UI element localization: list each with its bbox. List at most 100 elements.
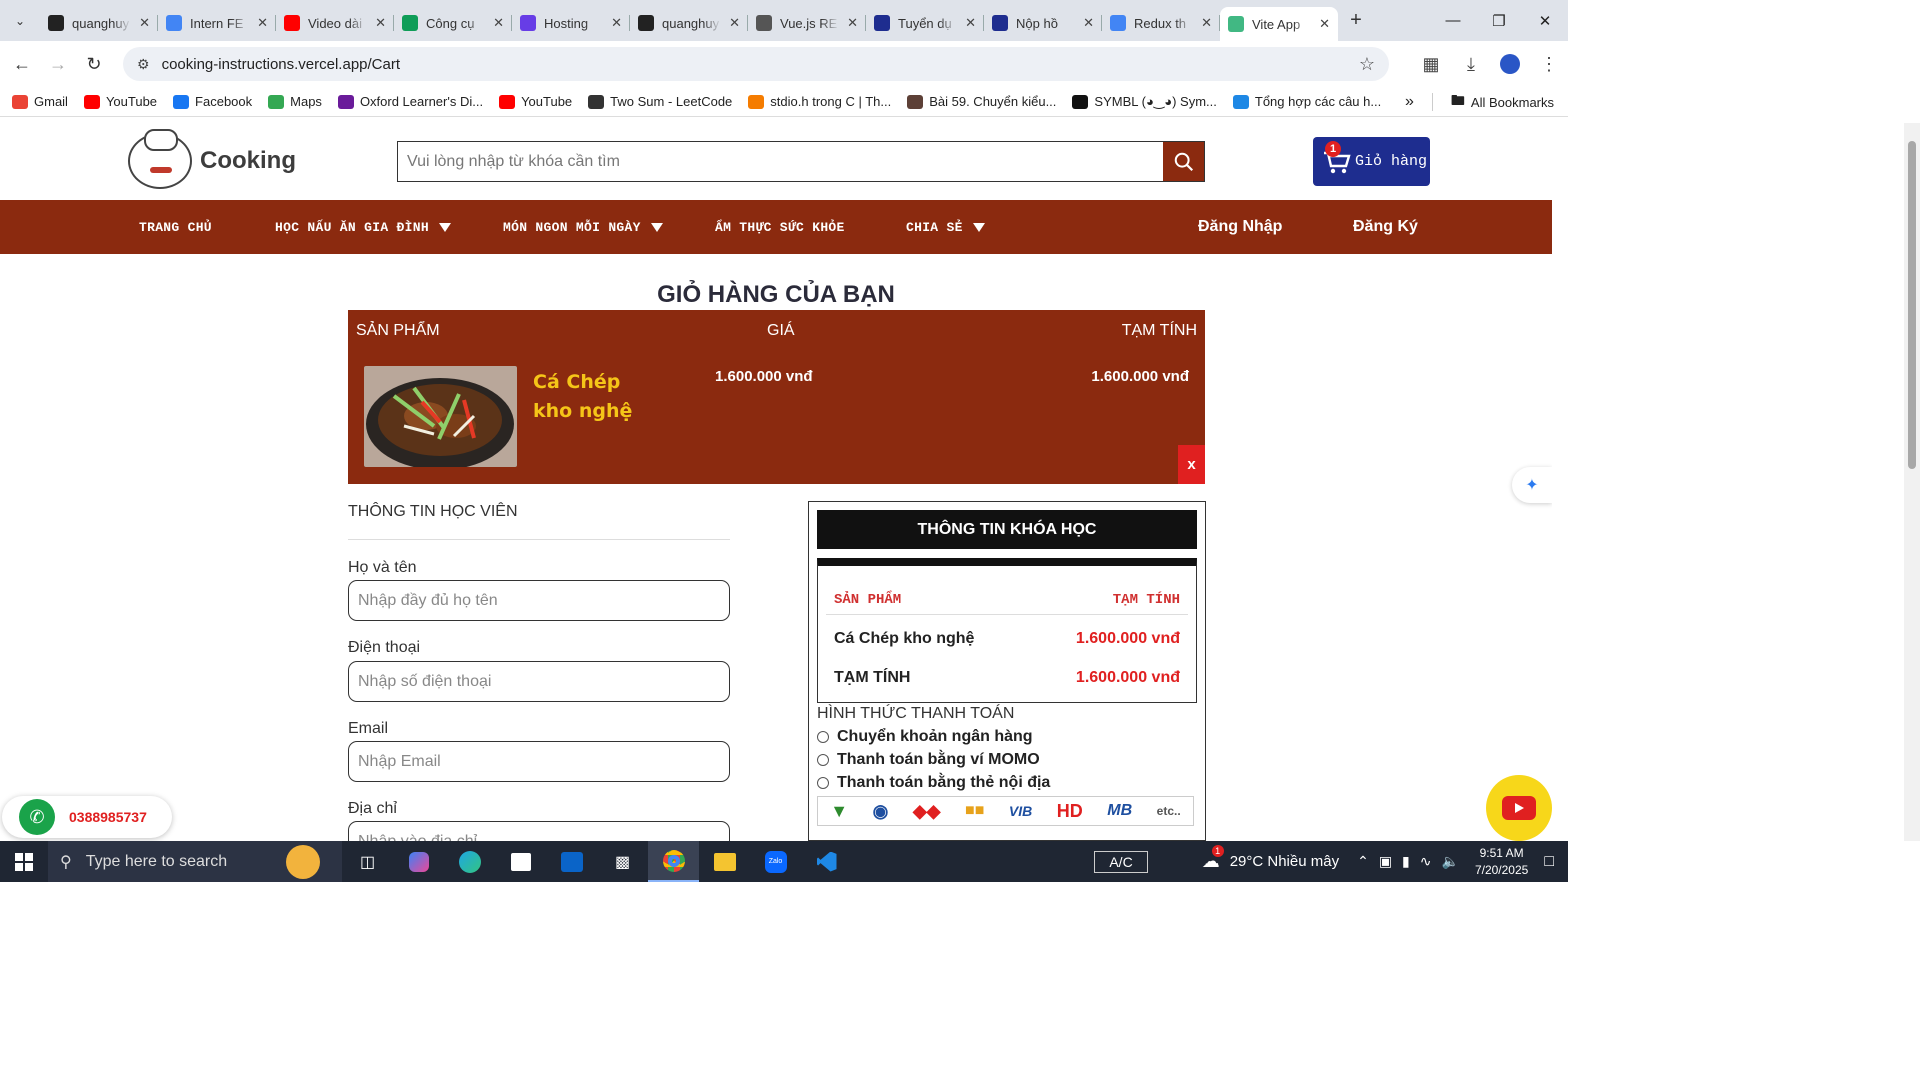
menu-kebab-icon[interactable]: ⋮: [1538, 54, 1560, 75]
payment-option-domestic-card[interactable]: Thanh toán bằng thẻ nội địa: [817, 774, 1050, 792]
close-tab-icon[interactable]: ✕: [611, 15, 622, 31]
volume-icon[interactable]: 🔈: [1442, 853, 1459, 870]
url-text[interactable]: cooking-instructions.vercel.app/Cart: [162, 56, 400, 73]
product-image[interactable]: [364, 366, 517, 467]
chrome-icon[interactable]: [648, 841, 699, 882]
bookmark-item[interactable]: Facebook: [173, 94, 252, 110]
app-icon[interactable]: ▩: [597, 841, 648, 882]
close-tab-icon[interactable]: ✕: [375, 15, 386, 31]
store-icon[interactable]: [495, 841, 546, 882]
close-tab-icon[interactable]: ✕: [1319, 16, 1330, 32]
close-tab-icon[interactable]: ✕: [1083, 15, 1094, 31]
close-tab-icon[interactable]: ✕: [257, 15, 268, 31]
bookmark-item[interactable]: Tổng hợp các câu h...: [1232, 94, 1381, 110]
browser-tab[interactable]: Tuyển dụ ✕: [866, 7, 984, 39]
back-icon[interactable]: ←: [4, 54, 40, 75]
close-tab-icon[interactable]: ✕: [729, 15, 740, 31]
nav-home-cooking[interactable]: HỌC NẤU ĂN GIA ĐÌNH: [275, 220, 451, 235]
bookmark-item[interactable]: Oxford Learner's Di...: [337, 94, 483, 110]
browser-tab[interactable]: quanghuy ✕: [630, 7, 748, 39]
reload-icon[interactable]: ↻: [76, 54, 112, 75]
close-tab-icon[interactable]: ✕: [965, 15, 976, 31]
cart-button[interactable]: 1 Giỏ hàng: [1313, 137, 1430, 186]
sparkle-assistant-icon[interactable]: ✦: [1512, 467, 1552, 503]
ac-indicator[interactable]: A/C: [1094, 850, 1148, 873]
file-explorer-icon[interactable]: [699, 841, 750, 882]
bookmark-item[interactable]: Maps: [268, 94, 322, 110]
browser-tab[interactable]: quanghuy ✕: [40, 7, 158, 39]
browser-tab[interactable]: Redux th ✕: [1102, 7, 1220, 39]
bookmark-star-icon[interactable]: ☆: [1359, 54, 1375, 75]
bookmark-item[interactable]: Bài 59. Chuyển kiểu...: [907, 94, 1056, 110]
battery-icon[interactable]: ▮: [1402, 853, 1410, 870]
wifi-icon[interactable]: ∿: [1420, 853, 1432, 870]
close-tab-icon[interactable]: ✕: [847, 15, 858, 31]
close-tab-icon[interactable]: ✕: [1201, 15, 1212, 31]
browser-tab[interactable]: Công cụ ✕: [394, 7, 512, 39]
close-window-icon[interactable]: ✕: [1522, 0, 1568, 41]
fullname-input[interactable]: [348, 580, 730, 621]
taskbar-search[interactable]: ⚲ Type here to search: [48, 841, 342, 882]
phone-input[interactable]: [348, 661, 730, 702]
radio-button[interactable]: [817, 754, 829, 766]
download-icon[interactable]: ⤓: [1460, 54, 1482, 75]
extensions-icon[interactable]: ▦: [1420, 54, 1442, 75]
forward-icon[interactable]: →: [40, 54, 76, 75]
browser-tab[interactable]: Vite App ✕: [1220, 7, 1338, 41]
email-input[interactable]: [348, 741, 730, 782]
nav-healthy-food[interactable]: ẨM THỰC SỨC KHỎE: [715, 220, 845, 235]
browser-tab[interactable]: Intern FE ✕: [158, 7, 276, 39]
payment-option-bank[interactable]: Chuyển khoản ngân hàng: [817, 728, 1033, 746]
youtube-float-button[interactable]: [1486, 775, 1552, 841]
restore-icon[interactable]: ❐: [1476, 0, 1522, 41]
vscode-icon[interactable]: [801, 841, 852, 882]
address-input[interactable]: [348, 821, 730, 841]
new-tab-button[interactable]: +: [1338, 9, 1374, 32]
site-logo[interactable]: Cooking: [128, 129, 296, 189]
tray-chevron-icon[interactable]: ⌃: [1357, 853, 1369, 870]
browser-tab[interactable]: Nộp hồ ✕: [984, 7, 1102, 39]
weather-text[interactable]: 29°C Nhiều mây: [1230, 853, 1339, 870]
meet-icon[interactable]: ▣: [1379, 853, 1392, 870]
bookmark-item[interactable]: stdio.h trong C | Th...: [748, 94, 891, 110]
radio-button[interactable]: [817, 731, 829, 743]
hotline-widget[interactable]: ✆ 0388985737: [2, 796, 172, 838]
zalo-icon[interactable]: Zalo: [750, 841, 801, 882]
bookmark-item[interactable]: YouTube: [83, 94, 157, 110]
site-info-icon[interactable]: ⚙: [137, 56, 150, 73]
payment-option-momo[interactable]: Thanh toán bằng ví MOMO: [817, 751, 1040, 769]
edge-icon[interactable]: [444, 841, 495, 882]
all-bookmarks-button[interactable]: 🖿 All Bookmarks: [1451, 90, 1554, 114]
task-view-icon[interactable]: ◫: [342, 841, 393, 882]
close-tab-icon[interactable]: ✕: [493, 15, 504, 31]
search-input[interactable]: [398, 142, 1163, 181]
bookmark-item[interactable]: Two Sum - LeetCode: [588, 94, 732, 110]
browser-tab[interactable]: Hosting ✕: [512, 7, 630, 39]
bookmark-item[interactable]: Gmail: [12, 94, 68, 110]
bookmark-item[interactable]: YouTube: [499, 94, 572, 110]
nav-share[interactable]: CHIA SẺ: [906, 220, 985, 235]
more-bookmarks-icon[interactable]: »: [1405, 93, 1414, 111]
browser-tab[interactable]: Vue.js RE ✕: [748, 7, 866, 39]
radio-button[interactable]: [817, 777, 829, 789]
nav-home[interactable]: TRANG CHỦ: [139, 220, 212, 235]
login-link[interactable]: Đăng Nhập: [1198, 218, 1282, 236]
nav-daily-dishes[interactable]: MÓN NGON MỖI NGÀY: [503, 220, 663, 235]
weather-cloud-icon[interactable]: ☁ 1: [1202, 845, 1224, 872]
notification-icon[interactable]: □: [1544, 853, 1554, 871]
clock[interactable]: 9:51 AM 7/20/2025: [1475, 845, 1528, 879]
minimize-icon[interactable]: —: [1430, 0, 1476, 41]
profile-avatar[interactable]: [1500, 54, 1520, 74]
bookmark-item[interactable]: SYMBL (◕‿◕) Sym...: [1072, 94, 1217, 110]
address-bar[interactable]: ⚙ cooking-instructions.vercel.app/Cart ☆: [123, 47, 1389, 81]
page-scrollbar[interactable]: [1904, 123, 1920, 841]
copilot-icon[interactable]: [393, 841, 444, 882]
tab-search-chevron-icon[interactable]: ⌄: [0, 0, 40, 41]
windows-start-icon[interactable]: [0, 841, 48, 882]
register-link[interactable]: Đăng Ký: [1353, 218, 1418, 236]
search-button[interactable]: [1163, 142, 1204, 181]
browser-tab[interactable]: Video dài ✕: [276, 7, 394, 39]
product-name[interactable]: Cá Chép kho nghệ: [533, 368, 643, 426]
close-tab-icon[interactable]: ✕: [139, 15, 150, 31]
remove-item-button[interactable]: x: [1178, 445, 1205, 484]
